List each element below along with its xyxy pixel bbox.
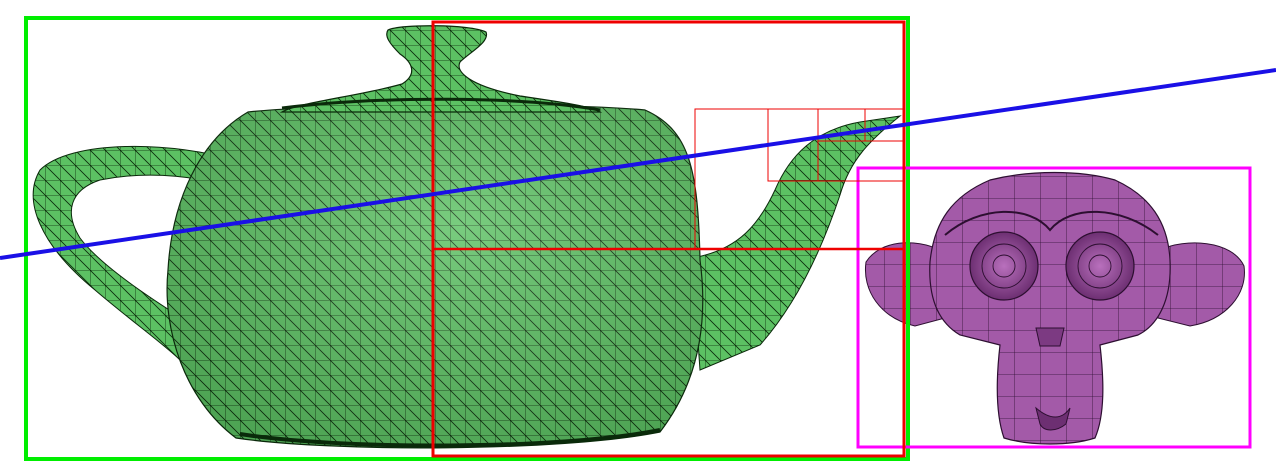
bvh-ray-scene bbox=[0, 16, 1276, 461]
teapot-spout bbox=[691, 115, 902, 371]
monkey-nose bbox=[1035, 327, 1065, 347]
monkey-right-eye bbox=[1065, 231, 1135, 301]
monkey-head bbox=[929, 171, 1171, 445]
monkey-mesh bbox=[864, 171, 1245, 445]
monkey-left-eye bbox=[969, 231, 1039, 301]
teapot-mesh bbox=[32, 25, 902, 449]
monkey-right-ear bbox=[1157, 242, 1245, 327]
